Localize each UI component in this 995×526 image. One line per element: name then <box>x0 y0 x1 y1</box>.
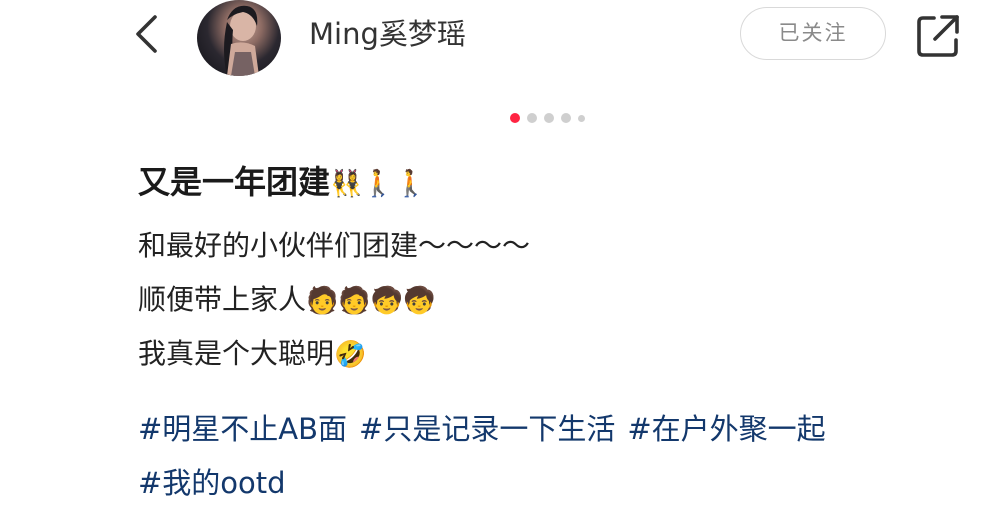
post-header: Ming奚梦瑶 已关注 <box>0 0 995 80</box>
share-icon <box>917 15 959 57</box>
hashtag-link[interactable]: #只是记录一下生活 <box>359 412 615 446</box>
back-button[interactable] <box>126 12 170 56</box>
hashtag-link[interactable]: #在户外聚一起 <box>627 412 825 446</box>
hashtag-link[interactable]: #明星不止AB面 <box>138 412 347 446</box>
post-body-text: 和最好的小伙伴们团建～～～～ <box>138 229 531 262</box>
hashtag-link[interactable]: #我的ootd <box>138 466 286 500</box>
carousel-dot[interactable] <box>544 113 554 123</box>
post-body-text: 我真是个大聪明 <box>138 337 335 370</box>
hashtags-row: #我的ootd <box>138 462 298 504</box>
carousel-indicator <box>510 112 585 124</box>
carousel-dot[interactable] <box>561 113 571 123</box>
title-emojis: 👯‍♀️🚶🚶 <box>330 169 428 199</box>
avatar-portrait-icon <box>224 5 259 76</box>
post-title-text: 又是一年团建 <box>138 163 331 201</box>
post-body-line: 和最好的小伙伴们团建～～～～ <box>138 226 530 266</box>
post-detail-page: Ming奚梦瑶 已关注 又是一年团建👯‍♀️🚶🚶 和最好的小伙伴们团建～～～～ … <box>0 0 995 526</box>
carousel-dot[interactable] <box>527 113 537 123</box>
post-body-line: 我真是个大聪明🤣 <box>138 334 366 375</box>
share-button[interactable] <box>914 12 962 60</box>
chevron-left-icon <box>136 15 157 53</box>
hashtags-row: #明星不止AB面 #只是记录一下生活 #在户外聚一起 <box>138 408 838 450</box>
avatar[interactable] <box>197 0 281 76</box>
carousel-dot[interactable] <box>578 114 585 122</box>
post-title: 又是一年团建👯‍♀️🚶🚶 <box>138 160 427 206</box>
follow-button[interactable]: 已关注 <box>740 7 886 60</box>
post-body-text: 顺便带上家人 <box>138 283 307 316</box>
laughing-emoji: 🤣 <box>334 340 367 370</box>
family-emojis: 🧑🧑🧒🧒 <box>306 286 436 316</box>
carousel-dot-active[interactable] <box>510 113 520 123</box>
username[interactable]: Ming奚梦瑶 <box>309 14 466 54</box>
post-body-line: 顺便带上家人🧑🧑🧒🧒 <box>138 280 436 321</box>
